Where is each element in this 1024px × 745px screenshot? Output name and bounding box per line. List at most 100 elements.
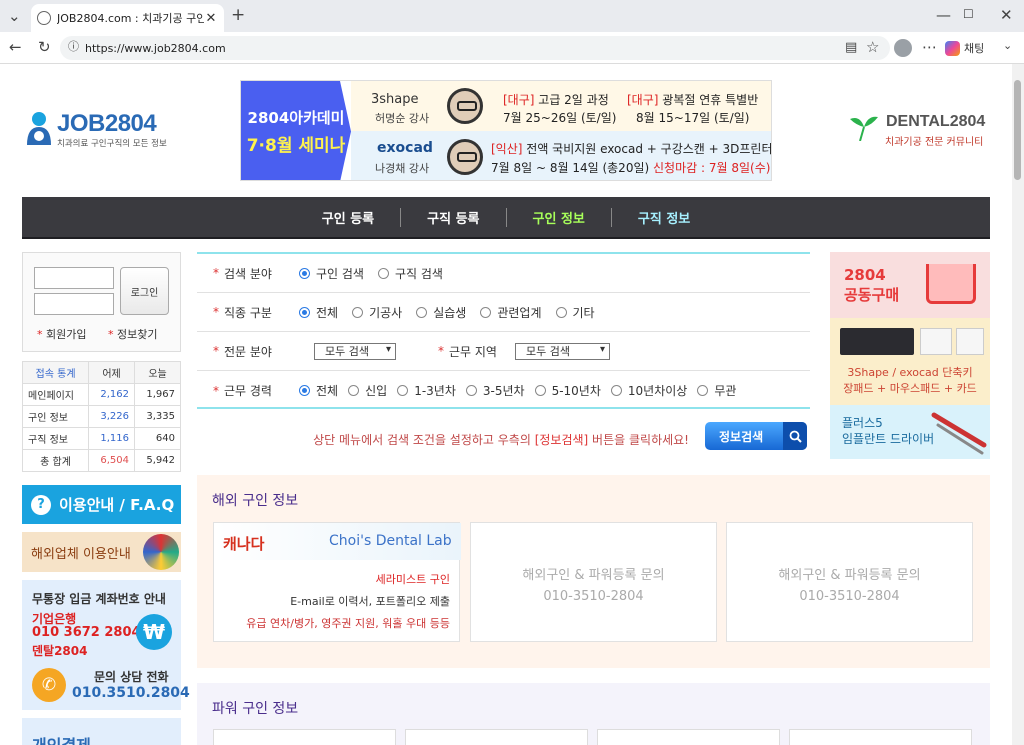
user-id-input[interactable] — [34, 267, 114, 289]
radio-career-all[interactable]: 전체 — [299, 382, 338, 399]
job-country: 캐나다 — [223, 535, 265, 553]
group-buy-ad[interactable]: 2804 공동구매 — [830, 252, 990, 318]
scrollbar-thumb[interactable] — [1014, 80, 1021, 180]
more-menu-icon[interactable]: ⋯ — [922, 40, 937, 55]
required-mark: * — [213, 305, 219, 319]
power-job-card[interactable] — [405, 729, 588, 745]
table-header-row: 접속 통계 어제 오늘 — [21, 361, 181, 384]
speaker-name: 허명순 강사 — [375, 112, 430, 125]
nav-job-post[interactable]: 구인 등록 — [296, 208, 400, 227]
login-button[interactable]: 로그인 — [120, 267, 169, 315]
banner-exocad-row: exocad 나경채 강사 [익산] 전액 국비지원 exocad + 구강스캔… — [351, 131, 772, 180]
row-label: 직종 구분 — [224, 305, 272, 320]
maximize-icon[interactable]: ☐ — [963, 8, 974, 20]
instruction-text: 상단 메뉴에서 검색 조건을 설정하고 우측의 — [313, 433, 535, 447]
copilot-chat-button[interactable]: 채팅 — [945, 37, 1003, 59]
stats-today: 5,942 — [134, 449, 181, 472]
overseas-job-card[interactable]: 캐나다 Choi's Dental Lab 세라미스트 구인 E-mail로 이… — [213, 522, 461, 642]
dental2804-tagline: 치과기공 전문 커뮤니티 — [885, 137, 984, 148]
radio-resume-search[interactable]: 구직 검색 — [377, 265, 443, 282]
job-position: 세라미스트 구인 — [375, 573, 450, 586]
dental2804-logo[interactable]: DENTAL2804 — [886, 113, 985, 131]
nav-job-info[interactable]: 구인 정보 — [505, 207, 611, 227]
implant-driver-ad[interactable]: 플러스5 임플란트 드라이버 — [830, 405, 990, 459]
required-mark: * — [213, 266, 219, 280]
radio-icon — [610, 385, 622, 396]
signup-link[interactable]: * 회원가입 — [37, 326, 86, 342]
find-info-link[interactable]: * 정보찾기 — [108, 326, 157, 342]
radio-10y-plus[interactable]: 10년차이상 — [610, 382, 687, 399]
overseas-inquiry-card[interactable]: 해외구인 & 파워등록 문의 010-3510-2804 — [470, 522, 717, 642]
search-row-specialty: * 전문 분야 모두 검색 * 근무 지역 모두 검색 — [197, 332, 810, 371]
site-logo[interactable]: JOB2804 — [57, 110, 157, 138]
faq-banner[interactable]: ? 이용안내 / F.A.Q — [22, 485, 181, 524]
power-job-card[interactable] — [597, 729, 780, 745]
radio-icon — [697, 385, 709, 396]
radio-other[interactable]: 기타 — [555, 304, 595, 321]
favorite-star-icon[interactable]: ☆ — [866, 40, 879, 55]
radio-label: 기공사 — [369, 305, 403, 320]
globe-icon — [37, 11, 51, 25]
site-info-icon[interactable]: ⓘ — [68, 41, 79, 52]
radio-label: 구직 검색 — [394, 266, 443, 281]
personal-payment-banner[interactable]: 개인결제 — [22, 718, 181, 745]
radio-any[interactable]: 무관 — [697, 382, 736, 399]
site-logo-tagline: 치과의료 구인구직의 모든 정보 — [57, 139, 167, 149]
overseas-guide-banner[interactable]: 해외업체 이용안내 — [22, 532, 181, 572]
ad-text: 3Shape / exocad 단축키 — [847, 366, 973, 379]
radio-icon — [299, 306, 310, 318]
nav-resume-post[interactable]: 구직 등록 — [400, 207, 505, 227]
close-tab-icon[interactable]: ✕ — [204, 11, 218, 26]
profile-avatar[interactable] — [894, 39, 912, 57]
reload-icon[interactable]: ↻ — [38, 40, 51, 55]
password-input[interactable] — [34, 293, 114, 315]
course-title: 전액 국비지원 exocad + 구강스캔 + 3D프린터 — [526, 142, 772, 156]
search-row-job-type: * 직종 구분 전체 기공사 실습생 관련업계 기타 — [197, 293, 810, 332]
overseas-inquiry-card[interactable]: 해외구인 & 파워등록 문의 010-3510-2804 — [726, 522, 973, 642]
tab-title: JOB2804.com : 치과기공 구인 구직 & — [57, 12, 204, 25]
nav-resume-info[interactable]: 구직 정보 — [610, 207, 716, 227]
radio-technician[interactable]: 기공사 — [352, 304, 402, 321]
address-bar[interactable]: ⓘ https://www.job2804.com — [60, 36, 890, 60]
visitor-stats-table: 접속 통계 어제 오늘 메인페이지 2,162 1,967 구인 정보 3,22… — [21, 361, 181, 472]
region-select[interactable]: 모두 검색 — [515, 342, 610, 360]
info-search-button[interactable]: 정보검색 — [705, 422, 807, 450]
speaker-photo — [447, 139, 483, 175]
specialty-select[interactable]: 모두 검색 — [314, 342, 396, 360]
radio-new[interactable]: 신입 — [348, 382, 387, 399]
power-job-card[interactable] — [213, 729, 396, 745]
chevron-down-icon[interactable]: ⌄ — [1003, 40, 1012, 51]
payment-label: 개인결제 — [32, 736, 91, 745]
stats-header: 어제 — [88, 361, 136, 384]
browser-tab[interactable]: JOB2804.com : 치과기공 구인 구직 & ✕ — [31, 4, 224, 32]
radio-3-5y[interactable]: 3-5년차 — [465, 382, 525, 399]
ad-text: 장패드 + 마우스패드 + 카드 — [843, 381, 977, 395]
academy-seminar-banner[interactable]: 2804아카데미 7·8월 세미나 3shape 허명순 강사 [대구] 고급 … — [240, 80, 772, 181]
search-button-label: 정보검색 — [719, 429, 764, 444]
minimize-icon[interactable]: — — [936, 8, 951, 23]
radio-label: 구인 검색 — [316, 266, 364, 281]
tab-list-icon[interactable]: ⌄ — [8, 9, 21, 24]
radio-icon — [397, 385, 409, 396]
job-search-form: * 검색 분야 구인 검색 구직 검색 * 직종 구분 전체 기공사 실습생 관… — [197, 252, 810, 409]
radio-industry[interactable]: 관련업계 — [480, 304, 542, 321]
stats-yesterday: 2,162 — [88, 383, 136, 406]
radio-job-all[interactable]: 전체 — [299, 304, 338, 321]
radio-trainee[interactable]: 실습생 — [416, 304, 466, 321]
radio-label: 1-3년차 — [414, 384, 456, 398]
back-icon[interactable]: ← — [9, 40, 22, 55]
new-tab-icon[interactable]: + — [231, 7, 245, 24]
radio-job-search[interactable]: 구인 검색 — [299, 265, 364, 282]
login-box: 로그인 * 회원가입 * 정보찾기 — [22, 252, 181, 352]
inquiry-phone: 010-3510-2804 — [799, 588, 900, 604]
radio-label: 전체 — [316, 305, 339, 320]
window-close-icon[interactable]: ✕ — [1000, 8, 1013, 23]
radio-5-10y[interactable]: 5-10년차 — [534, 382, 601, 399]
shortcut-mousepad-ad[interactable]: 3Shape / exocad 단축키 장패드 + 마우스패드 + 카드 — [830, 318, 990, 405]
reader-icon[interactable]: ▤ — [845, 41, 857, 54]
instruction-highlight: [정보검색] — [534, 433, 589, 447]
power-job-card[interactable] — [789, 729, 972, 745]
radio-1-3y[interactable]: 1-3년차 — [397, 382, 456, 399]
logo-person-icon[interactable] — [24, 111, 54, 145]
radio-icon — [480, 306, 492, 318]
